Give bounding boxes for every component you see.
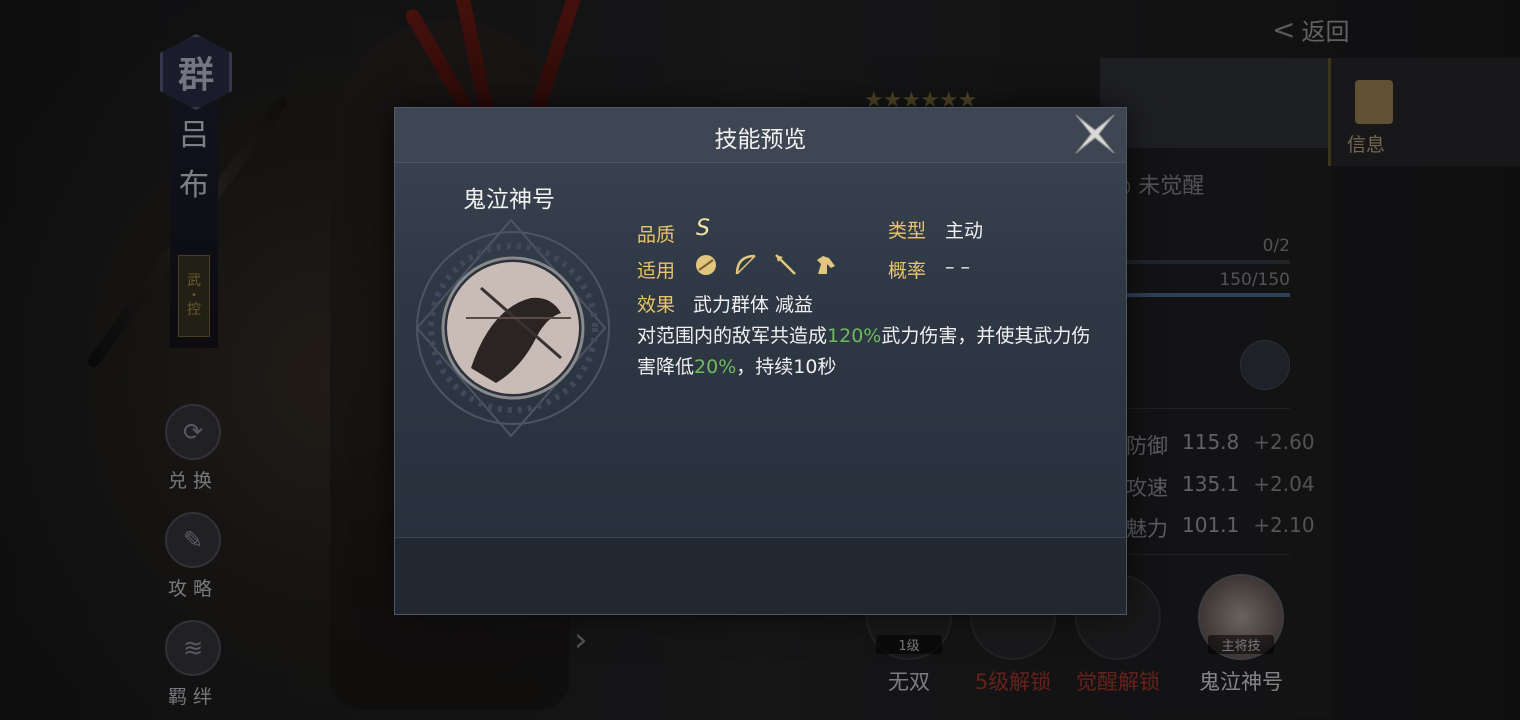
chance-value: – –: [945, 256, 971, 278]
type-label: 类型: [888, 220, 927, 242]
bow-unit-icon: [733, 252, 759, 278]
desc-highlight: 120%: [827, 325, 882, 347]
dialog-footer: [395, 537, 1126, 614]
close-button[interactable]: [1070, 108, 1120, 160]
shield-unit-icon: [693, 252, 719, 278]
desc-text: 对范围内的敌军共造成: [637, 325, 828, 347]
apply-label: 适用: [637, 260, 676, 282]
effect-label: 效果: [637, 294, 676, 316]
type-value: 主动: [945, 220, 984, 242]
skill-preview-dialog: 技能预览 鬼泣神号 品质 S 类型 主动 适用 概率 – – 效果 武力群体 减…: [394, 107, 1127, 615]
cavalry-unit-icon: [813, 252, 839, 278]
skill-name: 鬼泣神号: [463, 187, 555, 213]
quality-label: 品质: [637, 224, 676, 246]
spear-unit-icon: [773, 252, 799, 278]
desc-highlight: 20%: [694, 356, 737, 378]
desc-text: ，持续10秒: [736, 356, 837, 378]
apply-units: [693, 252, 839, 278]
skill-description: 对范围内的敌军共造成120%武力伤害，并使其武力伤害降低20%，持续10秒: [637, 321, 1097, 383]
effect-value: 武力群体 减益: [693, 294, 814, 316]
skill-emblem-icon: [415, 218, 610, 438]
quality-value: S: [696, 216, 710, 241]
chance-label: 概率: [888, 260, 927, 282]
close-icon: [1075, 114, 1115, 154]
dialog-title: 技能预览: [714, 127, 807, 153]
